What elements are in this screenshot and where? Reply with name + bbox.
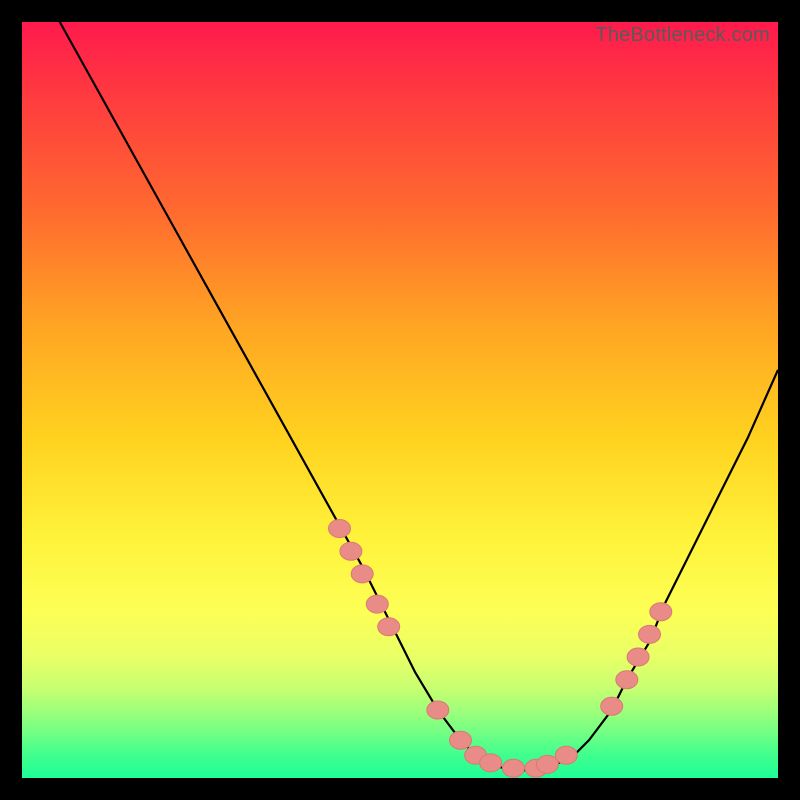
data-marker	[351, 565, 373, 583]
bottleneck-curve	[60, 22, 778, 770]
data-marker	[616, 671, 638, 689]
data-marker	[536, 755, 558, 773]
plot-area: TheBottleneck.com	[22, 22, 778, 778]
data-marker	[627, 648, 649, 666]
data-marker	[340, 542, 362, 560]
data-marker	[502, 759, 524, 777]
data-marker	[650, 603, 672, 621]
data-marker	[450, 731, 472, 749]
data-marker	[427, 701, 449, 719]
curve-svg	[22, 22, 778, 778]
data-marker	[480, 754, 502, 772]
data-marker	[329, 520, 351, 538]
chart-frame: TheBottleneck.com	[0, 0, 800, 800]
data-marker	[601, 697, 623, 715]
data-marker	[366, 595, 388, 613]
data-marker	[639, 625, 661, 643]
data-marker	[555, 746, 577, 764]
data-marker	[378, 618, 400, 636]
marker-layer	[329, 520, 672, 778]
